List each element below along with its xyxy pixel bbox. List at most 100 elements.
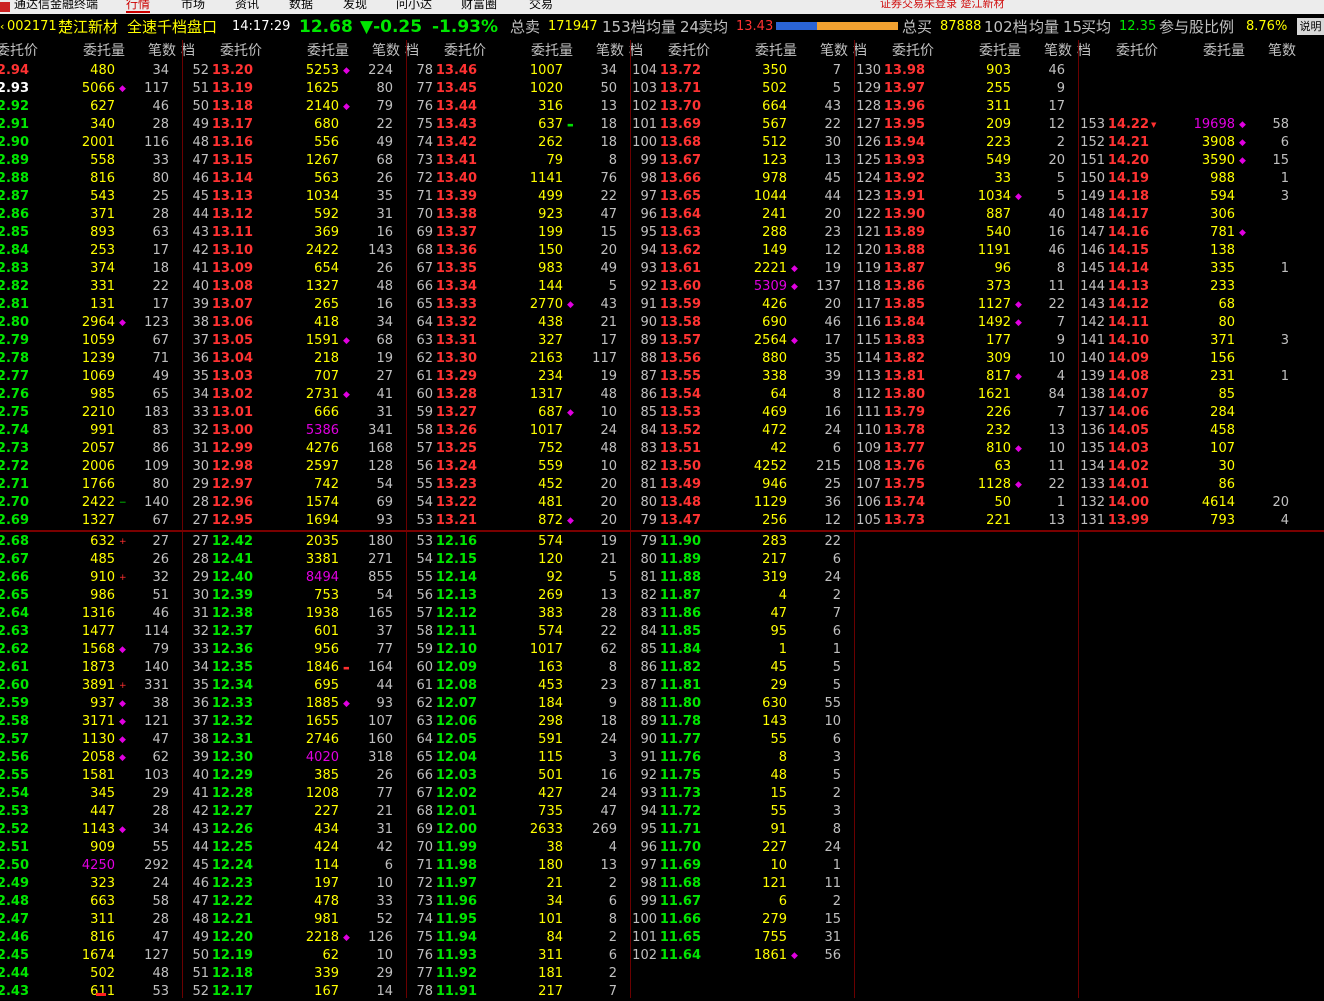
sell-level-row[interactable]: 72 13.40 1141 76 — [405, 170, 629, 188]
buy-level-row[interactable]: 84 11.85 95 6 — [629, 623, 853, 641]
sell-level-row[interactable]: 12.72 2006 109 — [0, 458, 181, 476]
buy-level-row[interactable]: 86 11.82 45 5 — [629, 659, 853, 677]
sell-level-row[interactable]: 101 13.69 567 22 — [629, 116, 853, 134]
sell-level-row[interactable]: 612.8425317 — [0, 242, 181, 260]
buy-level-row[interactable]: 82 11.87 4 2 — [629, 587, 853, 605]
buy-level-row[interactable]: 30 12.39 753 54 — [181, 587, 405, 605]
help-button[interactable]: 说明 — [1297, 18, 1324, 35]
buy-level-row[interactable]: 31 12.38 1938 165 — [181, 605, 405, 623]
buy-level-row[interactable]: 012.59937◆38 — [0, 695, 181, 713]
menu-item-quotes[interactable]: 行情 — [126, 0, 151, 13]
sell-level-row[interactable]: 120 13.88 1191 46 — [853, 242, 1077, 260]
sell-level-row[interactable]: 73 13.41 79 8 — [405, 152, 629, 170]
buy-level-row[interactable]: 12.66 910 +32 — [0, 569, 181, 587]
sell-level-row[interactable]: 123 13.91 1034 ◆ 5 — [853, 188, 1077, 206]
sell-level-row[interactable]: 128 13.96 311 17 — [853, 98, 1077, 116]
buy-level-row[interactable]: 74 11.95 101 8 — [405, 911, 629, 929]
buy-level-row[interactable]: 47 12.22 478 33 — [181, 893, 405, 911]
buy-level-row[interactable]: 612.4361153 — [0, 983, 181, 1001]
buy-level-row[interactable]: 89 11.78 143 10 — [629, 713, 853, 731]
buy-level-row[interactable]: 97 11.69 10 1 — [629, 857, 853, 875]
buy-level-row[interactable]: 39 12.30 4020 318 — [181, 749, 405, 767]
buy-level-row[interactable]: 57 12.12 383 28 — [405, 605, 629, 623]
sell-level-row[interactable]: 67 13.35 983 49 — [405, 260, 629, 278]
sell-level-row[interactable]: 70 13.38 923 47 — [405, 206, 629, 224]
sell-level-row[interactable]: 912.8754325 — [0, 188, 181, 206]
buy-level-row[interactable]: 55 12.14 92 5 — [405, 569, 629, 587]
buy-level-row[interactable]: 44 12.25 424 42 — [181, 839, 405, 857]
buy-level-row[interactable]: 512.4450248 — [0, 965, 181, 983]
buy-level-row[interactable]: 100 11.66 279 15 — [629, 911, 853, 929]
sell-level-row[interactable]: 130 13.98 903 46 — [853, 62, 1077, 80]
buy-level-row[interactable]: 40 12.29 385 26 — [181, 767, 405, 785]
sell-level-row[interactable]: 116 13.84 1492 ◆ 7 — [853, 314, 1077, 332]
sell-level-row[interactable]: 58 13.26 1017 24 — [405, 422, 629, 440]
buy-level-row[interactable]: 46 12.23 197 10 — [181, 875, 405, 893]
buy-level-row[interactable]: 28 12.41 3381 271 — [181, 551, 405, 569]
sell-level-row[interactable]: 151 14.20 3590 ◆ 15 — [1077, 152, 1301, 170]
sell-level-row[interactable]: 135 14.03 107 — [1077, 440, 1301, 458]
sell-level-row[interactable]: 122 13.90 887 40 — [853, 206, 1077, 224]
buy-level-row[interactable]: 90 11.77 55 6 — [629, 731, 853, 749]
sell-level-row[interactable]: 99 13.67 123 13 — [629, 152, 853, 170]
sell-level-row[interactable]: 712.8589363 — [0, 224, 181, 242]
buy-level-row[interactable]: 65 12.04 115 3 — [405, 749, 629, 767]
buy-level-row[interactable]: 51 12.18 339 29 — [181, 965, 405, 983]
sell-level-row[interactable]: 312.9134028 — [0, 116, 181, 134]
buy-level-row[interactable]: 37 12.32 1655 107 — [181, 713, 405, 731]
sell-level-row[interactable]: 38 13.06 418 34 — [181, 314, 405, 332]
sell-level-row[interactable]: 12.69 1327 67 — [0, 512, 181, 530]
sell-level-row[interactable]: 105 13.73 221 13 — [853, 512, 1077, 530]
header-count[interactable]: 笔数 — [1262, 40, 1296, 62]
sell-level-row[interactable]: 49 13.17 680 22 — [181, 116, 405, 134]
buy-level-row[interactable]: 33 12.36 956 77 — [181, 641, 405, 659]
sell-level-row[interactable]: 112 13.80 1621 84 — [853, 386, 1077, 404]
sell-level-row[interactable]: 141 14.10 371 3 — [1077, 332, 1301, 350]
sell-level-row[interactable]: 126 13.94 223 2 — [853, 134, 1077, 152]
sell-level-row[interactable]: 112.8955833 — [0, 152, 181, 170]
sell-level-row[interactable]: 88 13.56 880 35 — [629, 350, 853, 368]
buy-level-row[interactable]: 75 11.94 84 2 — [405, 929, 629, 947]
sell-level-row[interactable]: 148 14.17 306 — [1077, 206, 1301, 224]
buy-level-row[interactable]: 912.504250292 — [0, 857, 181, 875]
buy-level-row[interactable]: 68 12.01 735 47 — [405, 803, 629, 821]
buy-level-row[interactable]: 812.5190955 — [0, 839, 181, 857]
sell-level-row[interactable]: 143 14.12 68 — [1077, 296, 1301, 314]
sell-level-row[interactable]: 139 14.08 231 1 — [1077, 368, 1301, 386]
sell-level-row[interactable]: 60 13.28 1317 48 — [405, 386, 629, 404]
sell-level-row[interactable]: 64 13.32 438 21 — [405, 314, 629, 332]
buy-level-row[interactable]: 12.68 632 +27 — [0, 533, 181, 551]
sell-level-row[interactable]: 87 13.55 338 39 — [629, 368, 853, 386]
sell-level-row[interactable]: 12.71 1766 80 — [0, 476, 181, 494]
sell-level-row[interactable]: 103 13.71 502 5 — [629, 80, 853, 98]
sell-level-row[interactable]: 32 13.00 5386 341 — [181, 422, 405, 440]
buy-level-row[interactable]: 78 11.91 217 7 — [405, 983, 629, 1001]
buy-level-row[interactable]: 312.562058◆62 — [0, 749, 181, 767]
buy-level-row[interactable]: 58 12.11 574 22 — [405, 623, 629, 641]
sell-level-row[interactable]: 12.74 991 83 — [0, 422, 181, 440]
buy-level-row[interactable]: 712.521143◆34 — [0, 821, 181, 839]
sell-level-row[interactable]: 124 13.92 33 5 — [853, 170, 1077, 188]
buy-level-row[interactable]: 50 12.19 62 10 — [181, 947, 405, 965]
buy-level-row[interactable]: 64 12.05 591 24 — [405, 731, 629, 749]
sell-level-row[interactable]: 12.75 2210 183 — [0, 404, 181, 422]
sell-level-row[interactable]: 35 13.03 707 27 — [181, 368, 405, 386]
buy-level-row[interactable]: 98 11.68 121 11 — [629, 875, 853, 893]
buy-level-row[interactable]: 312.4681647 — [0, 929, 181, 947]
buy-level-row[interactable]: 41 12.28 1208 77 — [181, 785, 405, 803]
sell-level-row[interactable]: 134 14.02 30 — [1077, 458, 1301, 476]
sell-level-row[interactable]: 52 13.20 5253 ◆ 224 — [181, 62, 405, 80]
menu-item-news[interactable]: 资讯 — [235, 0, 259, 11]
buy-level-row[interactable]: 12.64 1316 46 — [0, 605, 181, 623]
menu-item-ask[interactable]: 问小达 — [396, 0, 432, 11]
buy-level-row[interactable]: 69 12.00 2633 269 — [405, 821, 629, 839]
sell-level-row[interactable]: 121 13.89 540 16 — [853, 224, 1077, 242]
sell-level-row[interactable]: 53 13.21 872 ◆ 20 — [405, 512, 629, 530]
back-arrow-icon[interactable]: ‹ — [0, 14, 4, 40]
sell-level-row[interactable]: 117 13.85 1127 ◆ 22 — [853, 296, 1077, 314]
sell-level-row[interactable]: 110 13.78 232 13 — [853, 422, 1077, 440]
sell-level-row[interactable]: 100 13.68 512 30 — [629, 134, 853, 152]
buy-level-row[interactable]: 76 11.93 311 6 — [405, 947, 629, 965]
buy-level-row[interactable]: 49 12.20 2218 ◆ 126 — [181, 929, 405, 947]
sell-level-row[interactable]: 28 12.96 1574 69 — [181, 494, 405, 512]
